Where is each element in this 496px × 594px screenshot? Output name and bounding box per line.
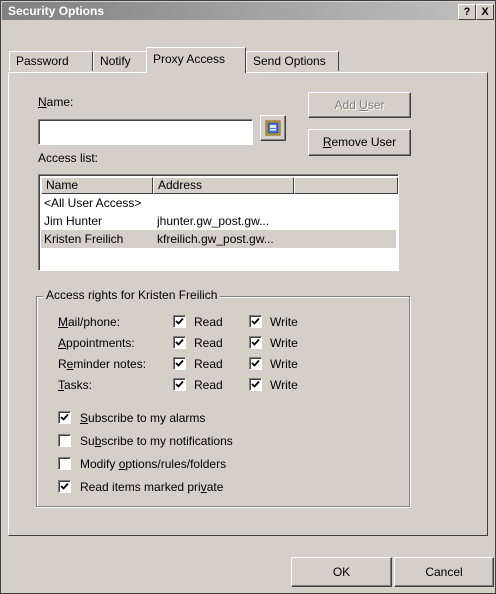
close-button[interactable]: X xyxy=(476,4,494,20)
mail-phone-write-label: Write xyxy=(270,315,298,329)
check-icon xyxy=(251,317,260,325)
appointments-read-checkbox[interactable] xyxy=(173,336,186,349)
mail-phone-write-checkbox[interactable] xyxy=(249,315,262,328)
subscribe-notifications-checkbox[interactable] xyxy=(58,434,71,447)
access-list-header: Name Address xyxy=(41,177,398,194)
appointments-label: Appointments: xyxy=(58,336,135,350)
access-list-label: Access list: xyxy=(38,151,99,165)
row-address: jhunter.gw_post.gw... xyxy=(157,214,270,228)
tab-send-options-label: Send Options xyxy=(253,54,326,68)
mail-phone-read-label: Read xyxy=(194,315,223,329)
tasks-write-checkbox[interactable] xyxy=(249,378,262,391)
ok-button[interactable]: OK xyxy=(291,557,392,587)
column-header-address[interactable]: Address xyxy=(153,177,294,194)
tasks-label: Tasks: xyxy=(58,378,93,392)
reminder-notes-read-checkbox[interactable] xyxy=(173,357,186,370)
reminder-notes-label: Reminder notes: xyxy=(58,357,147,371)
check-icon xyxy=(251,380,260,388)
reminder-notes-read-label: Read xyxy=(194,357,223,371)
read-private-checkbox[interactable] xyxy=(58,480,71,493)
row-name: <All User Access> xyxy=(44,196,142,210)
check-icon xyxy=(251,359,260,367)
tab-password[interactable]: Password xyxy=(9,51,93,71)
cancel-button-label: Cancel xyxy=(425,565,463,579)
tab-notify[interactable]: Notify xyxy=(93,51,148,71)
tasks-read-label: Read xyxy=(194,378,223,392)
check-icon xyxy=(175,359,184,367)
row-name: Jim Hunter xyxy=(44,214,103,228)
subscribe-notifications-label: Subscribe to my notifications xyxy=(80,434,233,448)
list-item-selected[interactable]: Kristen Freilich kfreilich.gw_post.gw... xyxy=(41,230,396,248)
appointments-write-label: Write xyxy=(270,336,298,350)
appointments-read-label: Read xyxy=(194,336,223,350)
tab-password-label: Password xyxy=(16,54,69,68)
subscribe-alarms-label: Subscribe to my alarms xyxy=(80,411,206,425)
modify-options-label: Modify options/rules/folders xyxy=(80,457,227,471)
check-icon xyxy=(175,338,184,346)
check-icon xyxy=(175,317,184,325)
dialog-title: Security Options xyxy=(8,4,105,18)
mail-phone-label: Mail/phone: xyxy=(58,315,121,329)
tasks-read-checkbox[interactable] xyxy=(173,378,186,391)
check-icon xyxy=(60,482,69,490)
address-book-icon xyxy=(265,120,281,136)
check-icon xyxy=(251,338,260,346)
close-icon: X xyxy=(481,6,489,18)
name-input[interactable] xyxy=(38,119,253,145)
add-user-button[interactable]: Add User xyxy=(308,92,411,118)
check-icon xyxy=(60,413,69,421)
row-name: Kristen Freilich xyxy=(44,232,124,246)
list-item[interactable]: <All User Access> xyxy=(41,194,396,212)
reminder-notes-write-checkbox[interactable] xyxy=(249,357,262,370)
tasks-write-label: Write xyxy=(270,378,298,392)
ok-button-label: OK xyxy=(332,565,351,579)
address-book-button[interactable] xyxy=(260,115,286,141)
column-header-name[interactable]: Name xyxy=(41,177,153,194)
tab-proxy-access-label: Proxy Access xyxy=(153,52,226,66)
column-header-empty xyxy=(294,177,398,194)
modify-options-checkbox[interactable] xyxy=(58,457,71,470)
access-list[interactable]: Name Address <All User Access> Jim Hunte… xyxy=(38,174,399,271)
cancel-button[interactable]: Cancel xyxy=(394,557,494,587)
subscribe-alarms-checkbox[interactable] xyxy=(58,411,71,424)
access-rights-legend: Access rights for Kristen Freilich xyxy=(43,288,221,302)
help-button[interactable]: ? xyxy=(458,4,476,20)
title-bar[interactable]: Security Options ? X xyxy=(2,2,494,20)
tab-send-options[interactable]: Send Options xyxy=(246,51,339,71)
remove-user-button[interactable]: Remove User xyxy=(308,129,411,156)
appointments-write-checkbox[interactable] xyxy=(249,336,262,349)
reminder-notes-write-label: Write xyxy=(270,357,298,371)
security-options-dialog: Security Options ? X Password Notify Pro… xyxy=(0,0,496,594)
check-icon xyxy=(175,380,184,388)
list-item[interactable]: Jim Hunter jhunter.gw_post.gw... xyxy=(41,212,396,230)
help-icon: ? xyxy=(463,6,471,18)
mail-phone-read-checkbox[interactable] xyxy=(173,315,186,328)
tab-proxy-access[interactable]: Proxy Access xyxy=(146,47,246,73)
row-address: kfreilich.gw_post.gw... xyxy=(157,232,274,246)
tab-notify-label: Notify xyxy=(100,54,131,68)
read-private-label: Read items marked private xyxy=(80,480,224,494)
name-label: Name: xyxy=(38,95,74,109)
